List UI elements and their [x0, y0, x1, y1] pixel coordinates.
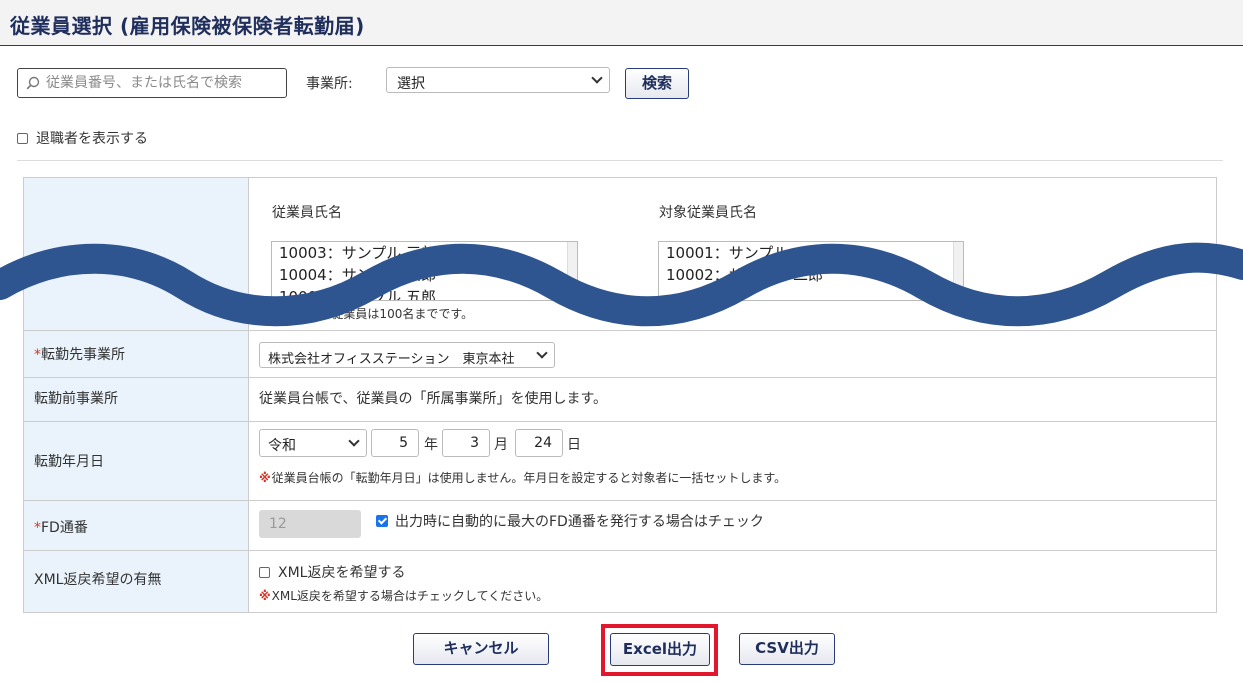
title-bar: 従業員選択 (雇用保険被保険者転勤届) [0, 0, 1243, 46]
excel-export-button[interactable]: Excel出力 [610, 633, 710, 666]
month-input[interactable]: 3 [442, 429, 490, 457]
csv-export-button[interactable]: CSV出力 [739, 633, 835, 665]
target-employees-header: 対象従業員氏名 [659, 205, 757, 221]
row-divider [24, 421, 1216, 422]
transfer-date-label: 転勤年月日 [34, 454, 104, 470]
row-divider [24, 330, 1216, 331]
fd-number-input: 12 [259, 510, 361, 538]
cancel-button[interactable]: キャンセル [413, 633, 549, 665]
xml-return-note: ※XML返戻を希望する場合はチェックしてください。 [259, 589, 549, 603]
year-unit: 年 [424, 437, 438, 453]
office-select-value: 選択 [397, 76, 425, 92]
xml-return-checkbox-label: XML返戻を希望する [278, 565, 406, 581]
prev-office-text: 従業員台帳で、従業員の「所属事業所」を使用します。 [259, 391, 608, 407]
chevron-down-icon [591, 72, 603, 84]
fd-auto-label: 出力時に自動的に最大のFD通番を発行する場合はチェック [395, 514, 764, 530]
search-button[interactable]: 検索 [625, 68, 689, 99]
prev-office-label: 転勤前事業所 [34, 391, 118, 407]
xml-return-label: XML返戻希望の有無 [34, 572, 162, 588]
available-employees-header: 従業員氏名 [272, 205, 342, 221]
search-input[interactable] [46, 73, 282, 93]
xml-return-option[interactable]: XML返戻を希望する [259, 562, 405, 582]
chevron-down-icon [536, 347, 548, 359]
search-box[interactable] [17, 68, 287, 98]
dest-office-select[interactable]: 株式会社オフィスステーション 東京本社 [259, 342, 555, 368]
day-input[interactable]: 24 [515, 429, 563, 457]
chevron-down-icon [348, 435, 360, 447]
show-retired-checkbox[interactable] [17, 133, 28, 144]
row-divider [24, 550, 1216, 551]
show-retired-label: 退職者を表示する [36, 131, 148, 147]
dest-office-value: 株式会社オフィスステーション 東京本社 [268, 352, 515, 367]
fd-auto-option[interactable]: 出力時に自動的に最大のFD通番を発行する場合はチェック [376, 511, 764, 531]
office-label: 事業所: [306, 76, 353, 92]
wave-overlay [0, 242, 1243, 327]
row-divider [24, 377, 1216, 378]
xml-return-checkbox[interactable] [259, 567, 270, 578]
era-select[interactable]: 令和 [259, 429, 367, 457]
year-input[interactable]: 5 [371, 429, 419, 457]
day-unit: 日 [567, 437, 581, 453]
divider [17, 160, 1223, 161]
office-select[interactable]: 選択 [386, 67, 610, 93]
page-title: 従業員選択 (雇用保険被保険者転勤届) [10, 14, 365, 38]
fd-auto-checkbox[interactable] [376, 515, 388, 527]
fd-number-label: *FD通番 [34, 520, 88, 536]
transfer-date-note: ※従業員台帳の「転勤年月日」は使用しません。年月日を設定すると対象者に一括セット… [259, 471, 787, 485]
month-unit: 月 [494, 437, 508, 453]
dest-office-label: *転勤先事業所 [34, 347, 125, 363]
search-icon [26, 76, 40, 90]
show-retired-option[interactable]: 退職者を表示する [17, 128, 148, 148]
era-value: 令和 [268, 438, 296, 454]
row-divider [24, 500, 1216, 501]
